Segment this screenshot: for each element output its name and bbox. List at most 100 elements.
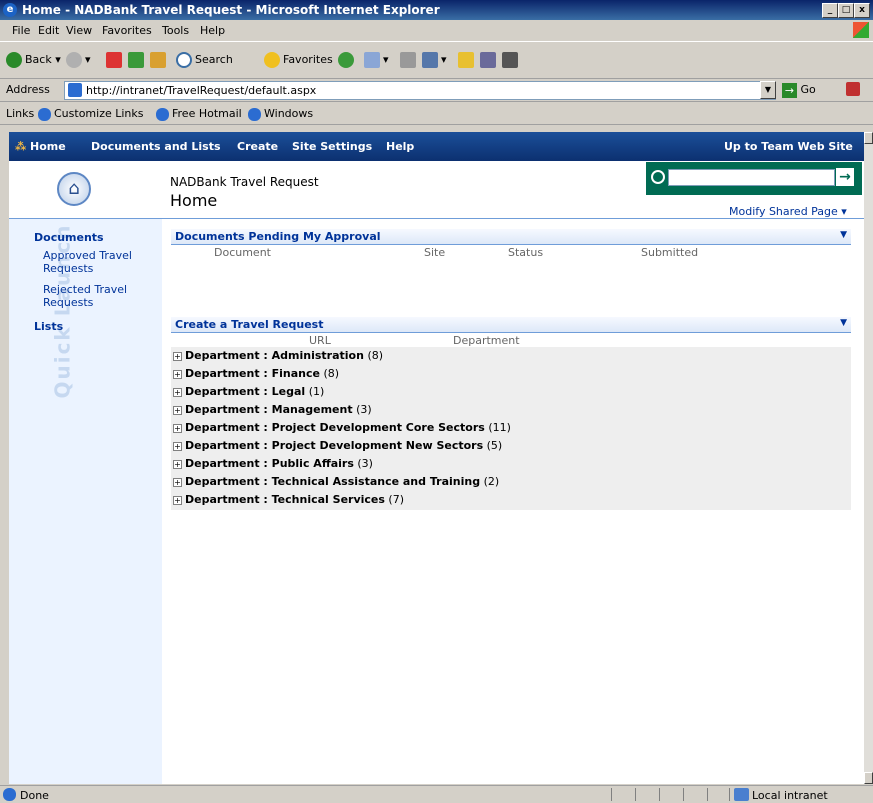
research-button[interactable]	[480, 50, 499, 70]
intranet-zone-icon	[734, 788, 749, 801]
menu-tools[interactable]: Tools	[162, 24, 189, 37]
pending-approval-title[interactable]: Documents Pending My Approval	[175, 230, 381, 243]
nav-create[interactable]: Create	[237, 140, 278, 153]
discuss-button[interactable]	[458, 50, 477, 70]
menu-help[interactable]: Help	[200, 24, 225, 37]
link-hotmail[interactable]: Free Hotmail	[156, 107, 242, 121]
minimize-button[interactable]: _	[822, 3, 838, 18]
expand-icon[interactable]: +	[173, 369, 182, 379]
expand-icon[interactable]: +	[173, 405, 182, 415]
expand-icon[interactable]: +	[173, 459, 182, 469]
link-rejected-travel-requests[interactable]: Rejected Travel Requests	[43, 283, 153, 309]
vertical-scrollbar[interactable]	[864, 132, 873, 784]
address-input[interactable]: http://intranet/TravelRequest/default.as…	[64, 81, 776, 100]
edit-button[interactable]: ▾	[422, 50, 447, 70]
group-row[interactable]: + Department : Technical Services (7)	[173, 492, 404, 508]
create-travel-request-title[interactable]: Create a Travel Request	[175, 318, 323, 331]
col-department[interactable]: Department	[453, 334, 520, 347]
print-button[interactable]	[400, 50, 419, 70]
group-row[interactable]: + Department : Technical Assistance and T…	[173, 474, 499, 490]
group-row[interactable]: + Department : Project Development Core S…	[173, 420, 511, 436]
search-go-button[interactable]: →	[836, 168, 854, 186]
scroll-down-button[interactable]	[864, 772, 873, 784]
back-button[interactable]: Back ▾	[6, 50, 61, 70]
modify-shared-page-link[interactable]: Modify Shared Page ▾	[729, 205, 847, 218]
address-label: Address	[6, 83, 50, 96]
col-site[interactable]: Site	[424, 246, 445, 259]
expand-icon[interactable]: +	[173, 387, 182, 397]
menu-file[interactable]: File	[12, 24, 30, 37]
col-status[interactable]: Status	[508, 246, 543, 259]
col-submitted[interactable]: Submitted	[641, 246, 698, 259]
search-button[interactable]: Search	[176, 50, 233, 70]
expand-icon[interactable]: +	[173, 423, 182, 433]
favorites-button[interactable]: Favorites	[264, 50, 333, 70]
page-icon	[68, 83, 82, 97]
quick-launch-watermark: Quick Launch	[50, 223, 75, 399]
forward-arrow-icon	[66, 52, 82, 68]
expand-icon[interactable]: +	[173, 495, 182, 505]
title-bar: e Home - NADBank Travel Request - Micros…	[0, 0, 873, 20]
create-travel-request-header: Create a Travel Request ▼	[171, 317, 851, 333]
nav-site-settings[interactable]: Site Settings	[292, 140, 372, 153]
group-row[interactable]: + Department : Public Affairs (3)	[173, 456, 373, 472]
address-dropdown-button[interactable]: ▼	[760, 81, 776, 99]
refresh-button[interactable]	[128, 50, 147, 70]
stop-icon	[106, 52, 122, 68]
toolbar: Back ▾ ▾ Search Favorites ▾ ▾	[0, 42, 873, 79]
close-button[interactable]: x	[854, 3, 870, 18]
history-button[interactable]	[338, 50, 357, 70]
status-text: Done	[20, 789, 49, 802]
stop-button[interactable]	[106, 50, 125, 70]
menu-bar: File Edit View Favorites Tools Help	[0, 20, 873, 42]
menu-edit[interactable]: Edit	[38, 24, 59, 37]
menu-view[interactable]: View	[66, 24, 92, 37]
ie-page-icon	[156, 107, 169, 121]
nav-home[interactable]: Home	[30, 140, 66, 153]
window-title: Home - NADBank Travel Request - Microsof…	[22, 3, 440, 17]
go-button[interactable]: → Go	[782, 81, 816, 98]
link-windows[interactable]: Windows	[248, 107, 313, 121]
edit-icon	[422, 52, 438, 68]
messenger-button[interactable]	[502, 50, 521, 70]
expand-icon[interactable]: +	[173, 351, 182, 361]
windows-logo-icon	[853, 22, 869, 38]
history-icon	[338, 52, 354, 68]
home-icon	[150, 52, 166, 68]
nav-documents-and-lists[interactable]: Documents and Lists	[91, 140, 221, 153]
status-divider	[659, 788, 660, 801]
home-button[interactable]	[150, 50, 169, 70]
link-approved-travel-requests[interactable]: Approved Travel Requests	[43, 249, 153, 275]
group-row[interactable]: + Department : Management (3)	[173, 402, 372, 418]
search-box: →	[646, 162, 862, 195]
group-row[interactable]: + Department : Legal (1)	[173, 384, 324, 400]
group-row[interactable]: + Department : Administration (8)	[173, 348, 383, 364]
search-input[interactable]	[668, 169, 835, 186]
chevron-down-icon[interactable]: ▼	[840, 230, 847, 240]
link-customize[interactable]: Customize Links	[38, 107, 144, 121]
quick-launch-documents[interactable]: Documents	[34, 231, 104, 244]
scroll-up-button[interactable]	[864, 132, 873, 144]
mail-button[interactable]: ▾	[364, 50, 389, 70]
department-groups: + Department : Administration (8) + Depart…	[171, 347, 851, 510]
col-document[interactable]: Document	[214, 246, 271, 259]
refresh-icon	[128, 52, 144, 68]
print-icon	[400, 52, 416, 68]
menu-favorites[interactable]: Favorites	[102, 24, 152, 37]
nav-up-to-team-site[interactable]: Up to Team Web Site	[724, 140, 853, 153]
col-url[interactable]: URL	[309, 334, 331, 347]
quick-launch-lists[interactable]: Lists	[34, 320, 63, 333]
group-row[interactable]: + Department : Project Development New Se…	[173, 438, 502, 454]
group-row[interactable]: + Department : Finance (8)	[173, 366, 339, 382]
ie-page-icon	[38, 107, 51, 121]
maximize-button[interactable]: □	[838, 3, 854, 18]
sharepoint-logo-icon: ⁂	[15, 140, 27, 153]
grid-icon	[502, 52, 518, 68]
links-bar: Links Customize Links Free Hotmail Windo…	[0, 102, 873, 125]
toolbar-extension-icon[interactable]	[846, 82, 860, 96]
expand-icon[interactable]: +	[173, 477, 182, 487]
nav-help[interactable]: Help	[386, 140, 414, 153]
expand-icon[interactable]: +	[173, 441, 182, 451]
chevron-down-icon[interactable]: ▼	[840, 318, 847, 328]
forward-button[interactable]: ▾	[66, 50, 91, 70]
